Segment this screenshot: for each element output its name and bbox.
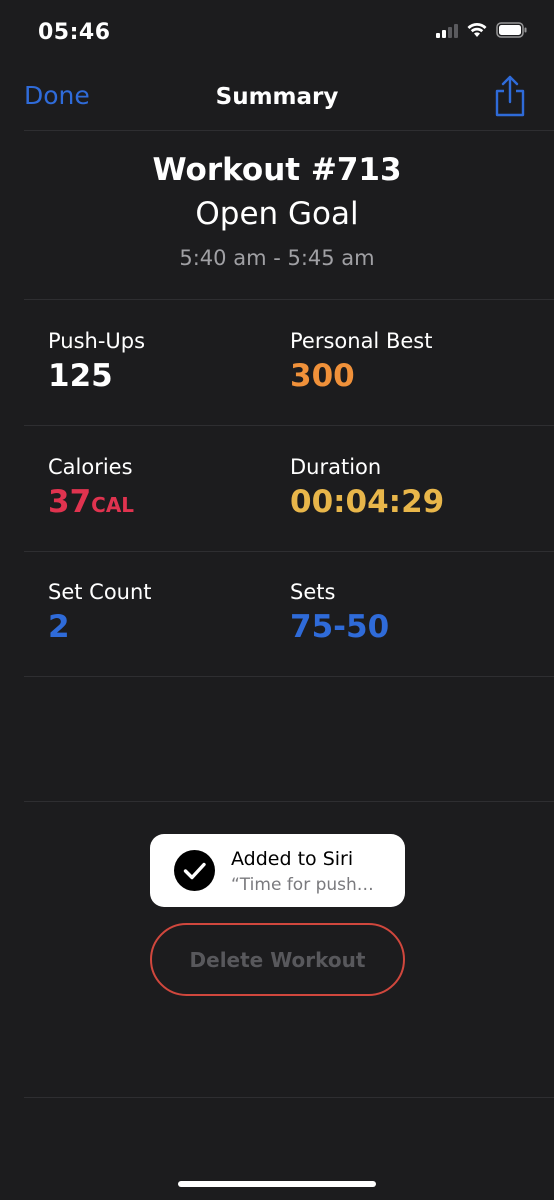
divider bbox=[24, 551, 554, 552]
nav-title: Summary bbox=[215, 84, 339, 110]
stat-value: 75-50 bbox=[290, 609, 390, 645]
time-range: 5:40 am - 5:45 am bbox=[179, 246, 375, 270]
share-icon[interactable] bbox=[492, 74, 528, 118]
stat-duration: Duration 00:04:29 bbox=[290, 454, 444, 522]
stat-personal-best: Personal Best 300 bbox=[290, 328, 432, 396]
divider bbox=[24, 676, 554, 677]
cellular-signal-icon bbox=[436, 22, 458, 38]
stat-label: Duration bbox=[290, 455, 382, 479]
delete-workout-label: Delete Workout bbox=[189, 948, 366, 972]
status-bar: 05:46 bbox=[0, 0, 554, 64]
calories-unit: CAL bbox=[91, 493, 135, 517]
divider bbox=[24, 299, 554, 300]
workout-summary-screen: 05:46 Done Summary Workout #713 Open Goa… bbox=[0, 0, 554, 1200]
goal-title: Open Goal bbox=[195, 196, 359, 232]
stat-value: 00:04:29 bbox=[290, 484, 445, 520]
divider bbox=[24, 425, 554, 426]
toast-title: Added to Siri bbox=[231, 848, 354, 870]
stat-label: Set Count bbox=[48, 580, 152, 604]
battery-icon bbox=[496, 22, 528, 38]
stat-value: 37CAL bbox=[48, 482, 134, 525]
stat-label: Sets bbox=[290, 580, 336, 604]
divider bbox=[24, 1097, 554, 1098]
divider bbox=[24, 801, 554, 802]
stat-value: 300 bbox=[290, 358, 355, 394]
delete-workout-button[interactable]: Delete Workout bbox=[150, 923, 405, 996]
siri-toast[interactable]: Added to Siri “Time for push… bbox=[150, 834, 405, 907]
stat-label: Calories bbox=[48, 455, 133, 479]
toast-subtitle: “Time for push… bbox=[231, 875, 374, 895]
wifi-icon bbox=[466, 22, 488, 38]
stat-set-count: Set Count 2 bbox=[48, 579, 152, 647]
stat-label: Personal Best bbox=[290, 329, 433, 353]
stat-value: 2 bbox=[48, 609, 70, 645]
home-indicator[interactable] bbox=[178, 1181, 376, 1187]
navigation-bar: Done Summary bbox=[0, 64, 554, 130]
divider bbox=[24, 130, 554, 131]
workout-header: Workout #713 Open Goal 5:40 am - 5:45 am bbox=[0, 150, 554, 270]
workout-title: Workout #713 bbox=[152, 152, 402, 188]
calories-number: 37 bbox=[48, 484, 92, 520]
stat-value: 125 bbox=[48, 358, 113, 394]
stat-label: Push-Ups bbox=[48, 329, 146, 353]
stat-pushups: Push-Ups 125 bbox=[48, 328, 145, 396]
stat-calories: Calories 37CAL bbox=[48, 454, 134, 525]
checkmark-circle-icon bbox=[174, 850, 215, 891]
status-icons bbox=[436, 22, 528, 38]
stat-sets: Sets 75-50 bbox=[290, 579, 389, 647]
status-time: 05:46 bbox=[38, 20, 111, 45]
